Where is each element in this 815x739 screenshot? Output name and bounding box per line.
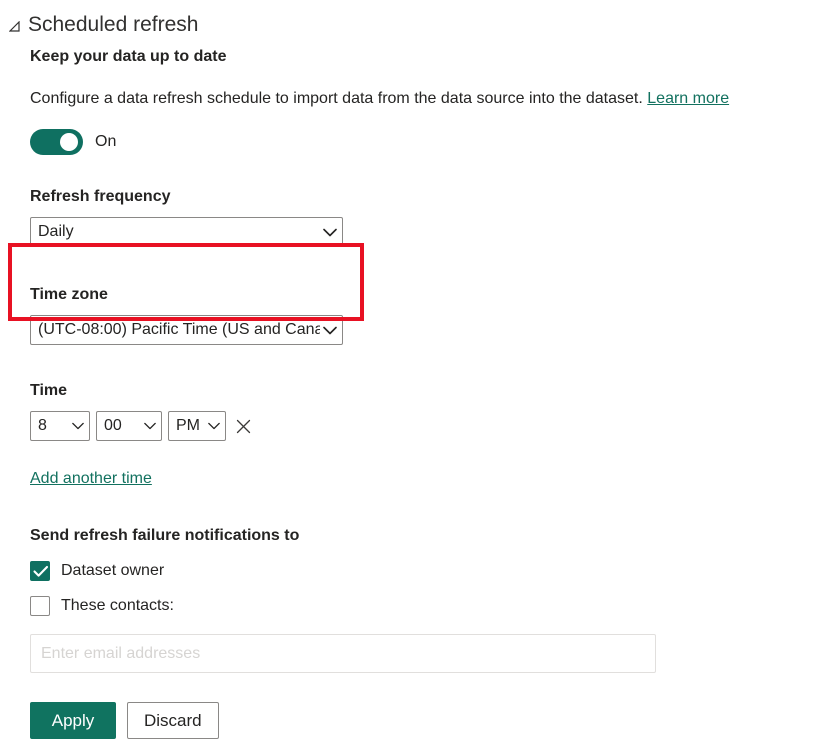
chevron-down-icon xyxy=(72,412,84,440)
refresh-enable-row: On xyxy=(30,129,800,155)
refresh-frequency-select[interactable]: Daily xyxy=(30,217,343,247)
time-minute-select[interactable]: 00 xyxy=(96,411,162,441)
time-meridiem-value: PM xyxy=(176,417,200,434)
chevron-down-icon xyxy=(208,412,220,440)
chevron-down-icon xyxy=(144,412,156,440)
time-label: Time xyxy=(30,382,68,399)
time-zone-select[interactable]: (UTC-08:00) Pacific Time (US and Cana xyxy=(30,315,343,345)
scheduled-refresh-panel: Keep your data up to date Configure a da… xyxy=(30,46,800,739)
scheduled-refresh-toggle[interactable] xyxy=(30,129,83,155)
time-meridiem-select[interactable]: PM xyxy=(168,411,226,441)
page-title: Scheduled refresh xyxy=(28,13,199,36)
chevron-down-icon xyxy=(323,316,337,344)
refresh-frequency-block: Refresh frequency Daily xyxy=(30,186,800,252)
these-contacts-label: These contacts: xyxy=(61,597,174,614)
discard-button[interactable]: Discard xyxy=(127,702,219,739)
learn-more-link[interactable]: Learn more xyxy=(647,90,729,107)
time-block: Time 8 00 PM Add another time xyxy=(30,380,800,490)
toggle-knob xyxy=(60,133,78,151)
keep-data-heading: Keep your data up to date xyxy=(30,48,227,65)
chevron-down-icon xyxy=(323,218,337,246)
time-zone-value: (UTC-08:00) Pacific Time (US and Cana xyxy=(38,321,320,338)
toggle-state-label: On xyxy=(95,133,117,150)
collapse-triangle-icon[interactable] xyxy=(9,21,23,35)
description-text: Configure a data refresh schedule to imp… xyxy=(30,90,643,107)
refresh-frequency-label: Refresh frequency xyxy=(30,188,171,205)
apply-button[interactable]: Apply xyxy=(30,702,116,739)
time-row: 8 00 PM xyxy=(30,411,800,441)
dataset-owner-row[interactable]: Dataset owner xyxy=(30,560,800,582)
add-another-time-link[interactable]: Add another time xyxy=(30,468,152,490)
email-addresses-input[interactable] xyxy=(30,634,656,673)
time-zone-block: Time zone (UTC-08:00) Pacific Time (US a… xyxy=(30,284,800,350)
time-hour-value: 8 xyxy=(38,417,47,434)
refresh-frequency-value: Daily xyxy=(38,223,74,240)
dataset-owner-label: Dataset owner xyxy=(61,562,165,579)
these-contacts-row[interactable]: These contacts: xyxy=(30,595,800,617)
notifications-heading: Send refresh failure notifications to xyxy=(30,527,300,544)
keep-data-description: Configure a data refresh schedule to imp… xyxy=(30,88,800,110)
time-minute-value: 00 xyxy=(104,417,122,434)
action-buttons: Apply Discard xyxy=(30,702,800,739)
these-contacts-checkbox[interactable] xyxy=(30,596,50,616)
time-hour-select[interactable]: 8 xyxy=(30,411,90,441)
dataset-owner-checkbox[interactable] xyxy=(30,561,50,581)
close-icon[interactable] xyxy=(234,417,252,435)
time-zone-label: Time zone xyxy=(30,286,108,303)
section-header[interactable]: Scheduled refresh xyxy=(9,11,198,39)
notifications-block: Send refresh failure notifications to Da… xyxy=(30,525,800,673)
